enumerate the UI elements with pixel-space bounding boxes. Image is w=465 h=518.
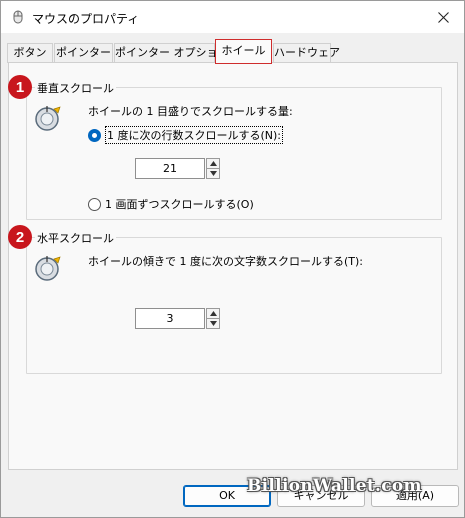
triangle-up-icon (209, 161, 217, 166)
horizontal-scroll-title: 水平スクロール (35, 230, 116, 246)
watermark-text: BillionWallet.com (247, 476, 422, 496)
horizontal-scroll-prompt: ホイールの傾きで 1 度に次の文字数スクロールする(T): (88, 255, 363, 268)
radio-screen[interactable] (88, 197, 101, 211)
radio-screen-option[interactable]: 1 画面ずつスクロールする(O) (88, 196, 254, 212)
mouse-tilt-icon (35, 256, 61, 281)
lines-up-button[interactable] (206, 158, 220, 169)
triangle-up-icon (209, 311, 217, 316)
title-bar: マウスのプロパティ (1, 1, 464, 33)
radio-screen-label: 1 画面ずつスクロールする(O) (105, 198, 254, 211)
tab-buttons[interactable]: ボタン (7, 43, 53, 63)
triangle-down-icon (209, 321, 217, 326)
triangle-down-icon (209, 171, 217, 176)
lines-input[interactable]: 21 (135, 158, 205, 179)
vertical-scroll-prompt: ホイールの 1 目盛りでスクロールする量: (88, 105, 293, 118)
vertical-scroll-title: 垂直スクロール (35, 80, 116, 96)
close-button[interactable] (428, 3, 458, 31)
radio-lines-option[interactable]: 1 度に次の行数スクロールする(N): (88, 126, 284, 144)
callout-badge-2: 2 (8, 225, 32, 249)
tab-pointers[interactable]: ポインター (54, 43, 113, 63)
lines-spinner[interactable]: 21 (135, 158, 220, 179)
callout-badge-1: 1 (8, 75, 32, 99)
radio-lines-label: 1 度に次の行数スクロールする(N): (105, 126, 284, 144)
lines-down-button[interactable] (206, 169, 220, 179)
mouse-wheel-icon (35, 106, 61, 131)
window-title: マウスのプロパティ (32, 12, 140, 26)
tab-hardware[interactable]: ハードウェア (273, 43, 340, 63)
chars-input[interactable]: 3 (135, 308, 205, 329)
tab-strip: ボタン ポインター ポインター オプション ホイール ハードウェア (7, 39, 459, 64)
tab-wheel[interactable]: ホイール (215, 39, 272, 64)
radio-lines[interactable] (88, 128, 101, 142)
mouse-icon (13, 10, 23, 24)
chars-up-button[interactable] (206, 308, 220, 319)
lines-spinner-arrows (206, 158, 220, 179)
tab-pointer-options[interactable]: ポインター オプション (114, 43, 229, 63)
close-icon (437, 11, 449, 23)
mouse-properties-dialog: マウスのプロパティ ボタン ポインター ポインター オプション ホイール ハード… (0, 0, 465, 518)
chars-spinner[interactable]: 3 (135, 308, 220, 329)
chars-spinner-arrows (206, 308, 220, 329)
chars-down-button[interactable] (206, 319, 220, 329)
wheel-tab-panel: 垂直スクロール 1 ホイールの 1 目盛りでスクロールする量: 1 度に次の行数… (8, 62, 458, 470)
